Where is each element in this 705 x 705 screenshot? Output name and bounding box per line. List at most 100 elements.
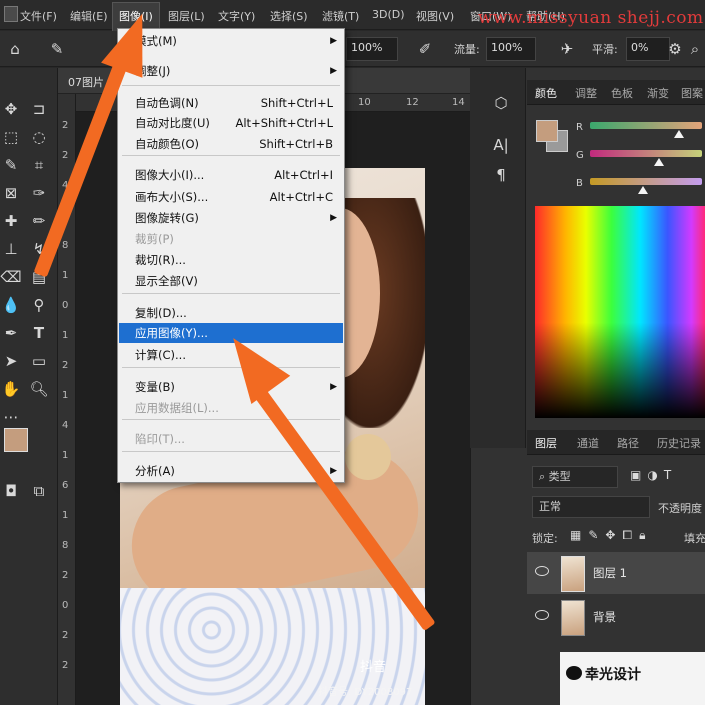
image-filter-icon[interactable]: ▣ xyxy=(630,468,647,482)
menu-option-2[interactable]: 自动色调(N) Shift+Ctrl+L xyxy=(119,93,343,113)
dodge-tool-icon[interactable]: ⚲ xyxy=(28,294,50,316)
foreground-color-swatch[interactable] xyxy=(4,428,28,452)
zoom-tool-icon[interactable]: 🔍︎ xyxy=(28,378,50,400)
menu-item-7[interactable]: 3D(D) xyxy=(372,8,405,21)
tab-channels[interactable]: 通道 xyxy=(577,435,599,451)
layer-row-layer1[interactable]: 图层 1 xyxy=(527,552,705,594)
tab-swatches[interactable]: 色板 xyxy=(611,85,633,101)
menu-item-8[interactable]: 视图(V) xyxy=(416,8,454,24)
menu-option-label: 图像大小(I)... xyxy=(135,168,205,182)
blend-mode-value: 正常 xyxy=(539,500,561,513)
quick-select-tool-icon[interactable]: ✎ xyxy=(0,154,22,176)
move-tool-icon[interactable]: ✥ xyxy=(0,98,22,120)
search-icon[interactable]: ⌕ xyxy=(684,38,705,60)
menu-item-6[interactable]: 滤镜(T) xyxy=(322,8,359,24)
blend-mode-select[interactable]: 正常 xyxy=(532,496,650,518)
brand-name: 幸光设计 xyxy=(585,667,641,683)
layer-filter-select[interactable]: ⌕ 类型 xyxy=(532,466,618,488)
menu-option-6[interactable]: 画布大小(S)... Alt+Ctrl+C xyxy=(119,187,343,207)
menu-option-label: 裁切(R)... xyxy=(135,253,186,267)
visibility-eye-icon[interactable] xyxy=(535,610,549,620)
layer-row-background[interactable]: 背景 xyxy=(527,596,705,638)
pen-tool-icon[interactable]: ✒ xyxy=(0,322,22,344)
menu-option-4[interactable]: 自动颜色(O) Shift+Ctrl+B xyxy=(119,134,343,154)
healing-tool-icon[interactable]: ✚ xyxy=(0,210,22,232)
eraser-tool-icon[interactable]: ✎ xyxy=(46,38,68,60)
opacity-label: 不透明度 xyxy=(658,502,702,515)
menu-option-11[interactable]: 复制(D)... xyxy=(119,303,343,323)
pressure-opacity-icon[interactable]: ✐ xyxy=(414,38,436,60)
crop-tool-icon[interactable]: ⌗ xyxy=(28,154,50,176)
tiktok-id: 抖音号: DY2008097 xyxy=(318,687,413,698)
ruler-tick: 2 xyxy=(62,120,69,131)
ruler-tick: 10 xyxy=(358,97,371,108)
lock-position-icon[interactable]: ✥ xyxy=(605,528,622,542)
menu-option-9[interactable]: 裁切(R)... xyxy=(119,250,343,270)
menu-item-1[interactable]: 编辑(E) xyxy=(70,8,108,24)
lock-transparent-icon[interactable]: ▦ xyxy=(570,528,588,542)
menu-option-label: 应用数据组(L)... xyxy=(135,401,219,415)
opacity-field[interactable]: 100% xyxy=(346,37,398,61)
paragraph-panel-icon[interactable]: ¶ xyxy=(490,164,512,186)
hand-tool-icon[interactable]: ✋ xyxy=(0,378,22,400)
tab-color[interactable]: 颜色 xyxy=(535,85,557,101)
menu-item-5[interactable]: 选择(S) xyxy=(270,8,308,24)
menu-item-4[interactable]: 文字(Y) xyxy=(218,8,255,24)
menu-option-3[interactable]: 自动对比度(U) Alt+Shift+Ctrl+L xyxy=(119,113,343,133)
type-tool-icon[interactable]: T xyxy=(28,322,50,344)
tab-history[interactable]: 历史记录 xyxy=(657,435,701,451)
eyedropper-tool-icon[interactable]: ✑ xyxy=(28,182,50,204)
marquee-tool-icon[interactable]: ⬚ xyxy=(0,126,22,148)
brush-tool-icon[interactable]: ✏ xyxy=(28,210,50,232)
ruler-tick: 2 xyxy=(62,660,69,671)
lasso-tool-icon[interactable]: ◌ xyxy=(28,126,50,148)
visibility-eye-icon[interactable] xyxy=(535,566,549,576)
stamp-tool-icon[interactable]: ⊥ xyxy=(0,238,22,260)
home-icon[interactable]: ⌂ xyxy=(4,38,26,60)
frame-tool-icon[interactable]: ⊠ xyxy=(0,182,22,204)
tab-adjustments[interactable]: 调整 xyxy=(575,85,597,101)
menu-option-1[interactable]: 调整(J) ▶ xyxy=(119,61,343,81)
screen-mode-icon[interactable]: ⧉ xyxy=(28,480,50,502)
green-slider-knob[interactable] xyxy=(654,158,664,166)
artboard-tool-icon[interactable]: ⊐ xyxy=(28,98,50,120)
character-panel-icon[interactable]: A| xyxy=(490,134,512,156)
menu-option-5[interactable]: 图像大小(I)... Alt+Ctrl+I xyxy=(119,165,343,185)
adjustment-filter-icon[interactable]: ◑ xyxy=(647,468,663,482)
lock-artboard-icon[interactable]: ⧠ xyxy=(622,528,639,542)
ruler-tick: 2 xyxy=(62,360,69,371)
path-select-tool-icon[interactable]: ➤ xyxy=(0,350,22,372)
blue-slider-knob[interactable] xyxy=(638,186,648,194)
menu-option-14[interactable]: 变量(B) ▶ xyxy=(119,377,343,397)
settings-gear-icon[interactable]: ⚙ xyxy=(664,38,686,60)
color-fg-swatch[interactable] xyxy=(536,120,558,142)
lock-all-icon[interactable]: 🔒︎ xyxy=(639,528,652,542)
red-slider-knob[interactable] xyxy=(674,130,684,138)
menu-option-label: 显示全部(V) xyxy=(135,274,198,288)
airbrush-icon[interactable]: ✈ xyxy=(556,38,578,60)
menu-option-10[interactable]: 显示全部(V) xyxy=(119,271,343,291)
eraser-icon[interactable]: ⌫ xyxy=(0,266,22,288)
color-spectrum[interactable] xyxy=(535,206,705,418)
rectangle-tool-icon[interactable]: ▭ xyxy=(28,350,50,372)
blue-slider[interactable] xyxy=(590,178,702,185)
more-tools-icon[interactable]: ⋯ xyxy=(0,406,22,428)
tab-patterns[interactable]: 图案 xyxy=(681,85,703,101)
tab-paths[interactable]: 路径 xyxy=(617,435,639,451)
ruler-tick: 8 xyxy=(62,540,69,551)
menu-option-label: 自动颜色(O) xyxy=(135,137,200,151)
lock-paint-icon[interactable]: ✎ xyxy=(588,528,605,542)
menu-item-0[interactable]: 文件(F) xyxy=(20,8,57,24)
menu-option-7[interactable]: 图像旋转(G) ▶ xyxy=(119,208,343,228)
green-slider[interactable] xyxy=(590,150,702,157)
red-slider[interactable] xyxy=(590,122,702,129)
ruler-tick: 1 xyxy=(62,450,69,461)
blur-tool-icon[interactable]: 💧 xyxy=(0,294,22,316)
menu-item-3[interactable]: 图层(L) xyxy=(168,8,205,24)
3d-panel-icon[interactable]: ⬡ xyxy=(490,92,512,114)
flow-field[interactable]: 100% xyxy=(486,37,536,61)
tab-layers[interactable]: 图层 xyxy=(535,435,557,451)
type-filter-icon[interactable]: T xyxy=(664,468,677,482)
tab-gradients[interactable]: 渐变 xyxy=(647,85,669,101)
quick-mask-icon[interactable]: ◘ xyxy=(0,480,22,502)
